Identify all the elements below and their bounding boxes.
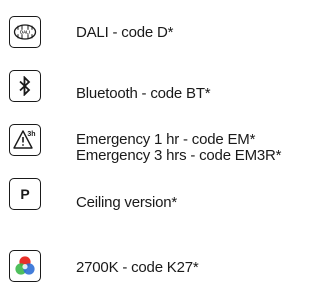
emergency-hours-text: 3h [27, 131, 35, 138]
feature-label-emergency-3hrs: Emergency 3 hrs - code EM3R* [76, 147, 282, 164]
ceiling-p-icon: P [9, 178, 41, 210]
dali-icon: DALI [9, 16, 41, 48]
emergency-warning-icon: 3h [9, 124, 41, 156]
dali-icon-graphic: DALI [13, 24, 37, 40]
feature-label-emergency-1hr: Emergency 1 hr - code EM* [76, 131, 256, 148]
warning-triangle-icon: 3h [13, 130, 36, 149]
rgb-circles-icon [15, 256, 35, 275]
ceiling-p-letter: P [20, 186, 30, 202]
bluetooth-icon-graphic [19, 76, 31, 96]
feature-label-bluetooth: Bluetooth - code BT* [76, 85, 211, 102]
feature-label-ceiling: Ceiling version* [76, 194, 178, 211]
dali-icon-text: DALI [20, 30, 30, 35]
bluetooth-icon [9, 70, 41, 102]
color-temperature-icon [9, 250, 41, 282]
feature-label-2700k: 2700K - code K27* [76, 259, 199, 276]
feature-label-dali: DALI - code D* [76, 24, 174, 41]
